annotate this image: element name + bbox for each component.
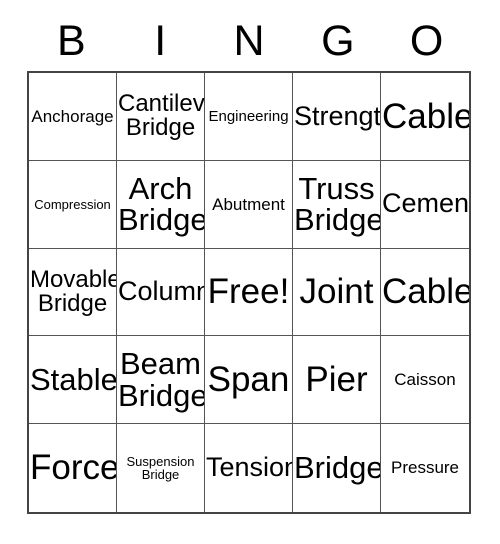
bingo-cell[interactable]: Suspension Bridge <box>117 424 205 512</box>
bingo-cell[interactable]: Stable <box>29 336 117 425</box>
column-header-b: B <box>57 16 86 65</box>
bingo-cell-label: Beam Bridge <box>118 346 205 413</box>
bingo-cell[interactable]: Column <box>117 248 205 337</box>
bingo-cell[interactable]: Engineering <box>205 73 293 161</box>
bingo-cell[interactable]: Strength <box>293 73 381 161</box>
column-header-n: N <box>233 16 265 65</box>
bingo-cell-label: Truss Bridge <box>294 170 381 238</box>
bingo-cell-label: Strength <box>294 100 381 131</box>
bingo-cell[interactable]: Movable Bridge <box>29 248 117 337</box>
bingo-cell-label: Free! <box>207 272 290 312</box>
bingo-cell[interactable]: Arch Bridge <box>117 160 205 249</box>
bingo-cell[interactable]: Cantilever Bridge <box>117 73 205 161</box>
bingo-cell-label: Cement <box>382 188 469 219</box>
bingo-cell-label: Arch Bridge <box>118 170 205 238</box>
bingo-cell-label: Abutment <box>212 194 285 214</box>
bingo-cell-label: Anchorage <box>31 106 114 126</box>
bingo-cell[interactable]: Beam Bridge <box>117 336 205 425</box>
bingo-cell[interactable]: Tension <box>205 424 293 512</box>
bingo-cell[interactable]: Compression <box>29 160 117 249</box>
bingo-cell-label: Bridge <box>294 450 381 486</box>
bingo-cell-label: Pressure <box>390 458 460 478</box>
bingo-cell[interactable]: Cement <box>381 160 469 249</box>
bingo-cell-label: Stable <box>30 361 117 397</box>
bingo-cell-label: Suspension Bridge <box>126 453 195 483</box>
bingo-cell[interactable]: Joint <box>293 248 381 337</box>
bingo-cell-label: Movable Bridge <box>30 265 117 317</box>
bingo-cell[interactable]: Bridge <box>293 424 381 512</box>
bingo-cell[interactable]: Truss Bridge <box>293 160 381 249</box>
column-header-g: G <box>321 16 355 65</box>
bingo-cell[interactable]: Cable <box>381 73 469 161</box>
column-header-o: O <box>409 16 444 65</box>
bingo-cell[interactable]: Span <box>205 336 293 425</box>
bingo-cell[interactable]: Cable <box>381 248 469 337</box>
bingo-cell[interactable]: Caisson <box>381 336 469 425</box>
bingo-cell-label: Cable <box>382 272 469 312</box>
bingo-cell[interactable]: Abutment <box>205 160 293 249</box>
bingo-cell[interactable]: Anchorage <box>29 73 117 161</box>
bingo-cell-label: Joint <box>299 272 374 312</box>
bingo-card: B I N G O AnchorageCantilever BridgeEngi… <box>0 0 500 544</box>
bingo-free-space[interactable]: Free! <box>205 248 293 337</box>
bingo-cell-label: Engineering <box>208 107 289 125</box>
bingo-cell-label: Compression <box>34 196 111 212</box>
bingo-cell-label: Column <box>118 276 205 307</box>
bingo-cell-label: Pier <box>305 359 368 399</box>
bingo-cell-label: Span <box>207 359 290 399</box>
bingo-cell-label: Cantilever Bridge <box>118 89 205 142</box>
bingo-cell-label: Force <box>30 448 117 488</box>
bingo-column-headers: B I N G O <box>27 14 471 68</box>
bingo-cell-label: Caisson <box>394 370 456 390</box>
bingo-cell-label: Cable <box>382 96 469 136</box>
bingo-grid: AnchorageCantilever BridgeEngineering Str… <box>27 71 471 514</box>
bingo-cell[interactable]: Pressure <box>381 424 469 512</box>
column-header-i: I <box>154 16 167 65</box>
bingo-cell-label: Tension <box>206 452 293 483</box>
bingo-cell[interactable]: Force <box>29 424 117 512</box>
bingo-cell[interactable]: Pier <box>293 336 381 425</box>
